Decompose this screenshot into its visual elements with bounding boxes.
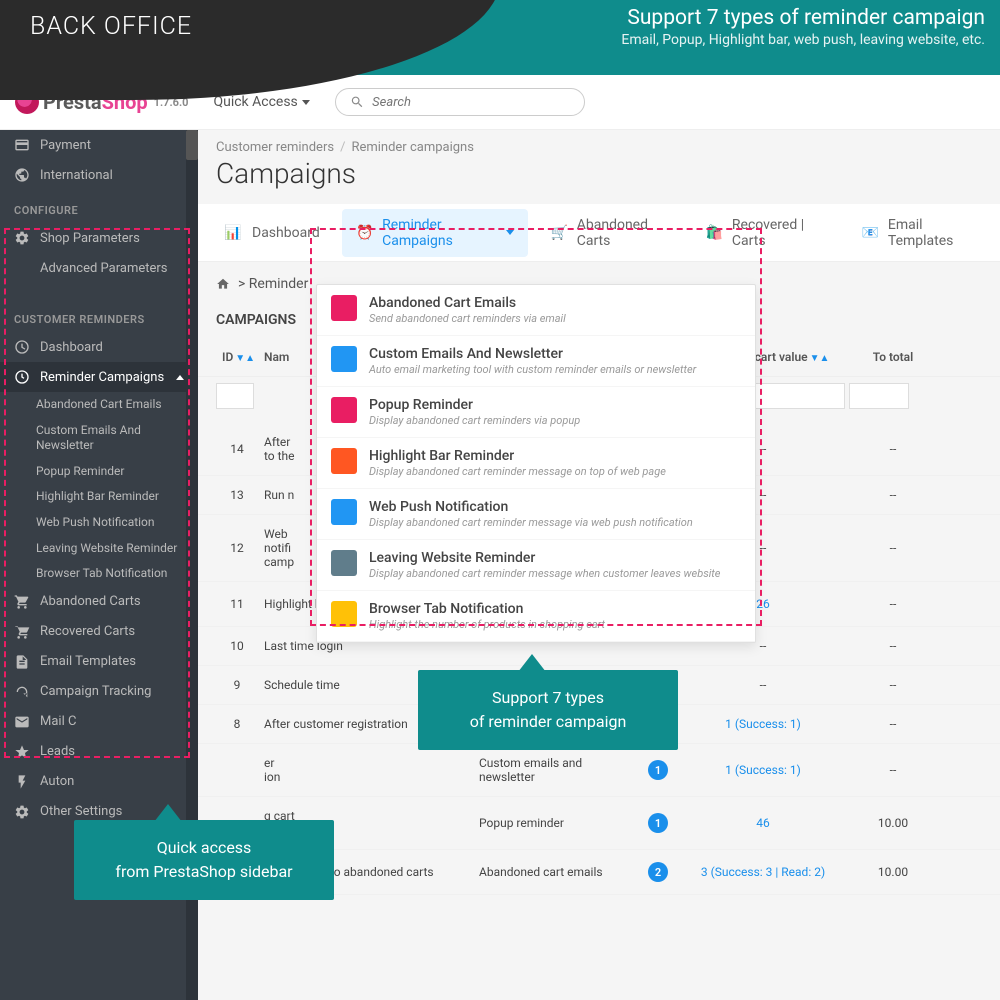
tab-icon-4: 📧	[861, 222, 880, 244]
dropdown-item-4[interactable]: Web Push Notification Display abandoned …	[317, 489, 755, 540]
dropdown-item-1[interactable]: Custom Emails And Newsletter Auto email …	[317, 336, 755, 387]
chevron-down-icon	[506, 230, 514, 235]
home-icon	[216, 277, 230, 291]
filter-to[interactable]	[849, 383, 909, 409]
sidebar-cr-1[interactable]: Reminder Campaigns	[0, 362, 198, 392]
sidebar-cr2-6[interactable]: Auton	[0, 767, 198, 797]
gear-icon	[14, 230, 30, 246]
breadcrumb: Customer reminders/Reminder campaigns	[198, 130, 1000, 157]
tab-4[interactable]: 📧 Email Templates	[847, 209, 990, 257]
chevron-up-icon	[176, 375, 184, 380]
clock-icon	[14, 369, 30, 385]
tab-1[interactable]: ⏰ Reminder Campaigns	[342, 209, 528, 257]
sidebar-cr2-0[interactable]: Abandoned Carts	[0, 587, 198, 617]
sidebar-sub-4[interactable]: Web Push Notification	[0, 510, 198, 536]
dropdown-item-3[interactable]: Highlight Bar Reminder Display abandoned…	[317, 438, 755, 489]
filter-id[interactable]	[216, 383, 254, 409]
sidebar-cr2-4[interactable]: Mail C	[0, 707, 198, 737]
dropdown-item-2[interactable]: Popup Reminder Display abandoned cart re…	[317, 387, 755, 438]
dropdown-icon-1	[331, 346, 357, 372]
sidebar-configure-0[interactable]: Shop Parameters	[0, 223, 198, 253]
sidebar-cr2-1[interactable]: Recovered Carts	[0, 617, 198, 647]
chevron-down-icon	[302, 100, 310, 105]
search-input[interactable]	[372, 95, 570, 110]
callout-dropdown: Support 7 types of reminder campaign	[418, 670, 678, 750]
mail-icon	[14, 714, 30, 730]
tab-2[interactable]: 🛒 Abandoned Carts	[536, 209, 683, 257]
promo-banner: BACK OFFICE Support 7 types of reminder …	[0, 0, 1000, 75]
dropdown-item-0[interactable]: Abandoned Cart Emails Send abandoned car…	[317, 285, 755, 336]
cartcheck-icon	[14, 624, 30, 640]
sidebar-sub-6[interactable]: Browser Tab Notification	[0, 561, 198, 587]
sidebar-cr2-5[interactable]: Leads	[0, 737, 198, 767]
blank-icon	[14, 260, 30, 276]
banner-title: Support 7 types of reminder campaign	[621, 6, 985, 30]
sidebar-cr2-3[interactable]: Campaign Tracking	[0, 677, 198, 707]
sidebar-item-0[interactable]: Payment	[0, 130, 198, 160]
sidebar-section-configure: CONFIGURE	[0, 190, 198, 223]
tab-3[interactable]: 🛍️ Recovered | Carts	[691, 209, 839, 257]
dropdown-item-6[interactable]: Browser Tab Notification Highlight the n…	[317, 591, 755, 642]
sidebar-sub-3[interactable]: Highlight Bar Reminder	[0, 484, 198, 510]
sidebar-item-1[interactable]: International	[0, 160, 198, 190]
bolt-icon	[14, 774, 30, 790]
count-badge: 1	[648, 813, 668, 833]
gear-icon	[14, 804, 30, 820]
globe-icon	[14, 167, 30, 183]
tab-icon-2: 🛒	[550, 222, 569, 244]
search-box[interactable]	[335, 88, 585, 116]
tab-icon-1: ⏰	[356, 222, 374, 244]
dropdown-icon-6	[331, 601, 357, 627]
refresh-icon	[14, 684, 30, 700]
count-badge: 2	[648, 862, 668, 882]
sidebar-cr2-2[interactable]: Email Templates	[0, 647, 198, 677]
banner-left-title: BACK OFFICE	[30, 12, 192, 41]
table-row[interactable]: er ion Custom emails and newsletter 1 1 …	[198, 744, 1000, 797]
card-icon	[14, 137, 30, 153]
tab-icon-3: 🛍️	[705, 222, 724, 244]
sidebar-sub-5[interactable]: Leaving Website Reminder	[0, 536, 198, 562]
sidebar-sub-1[interactable]: Custom Emails And Newsletter	[0, 418, 198, 459]
quick-access-menu[interactable]: Quick Access	[213, 94, 309, 110]
tab-0[interactable]: 📊 Dashboard	[208, 214, 334, 252]
sidebar-configure-1[interactable]: Advanced Parameters	[0, 253, 198, 283]
dropdown-icon-4	[331, 499, 357, 525]
dropdown-icon-2	[331, 397, 357, 423]
star-icon	[14, 744, 30, 760]
sidebar-sub-2[interactable]: Popup Reminder	[0, 459, 198, 485]
dropdown-item-5[interactable]: Leaving Website Reminder Display abandon…	[317, 540, 755, 591]
dropdown-icon-0	[331, 295, 357, 321]
reminder-type-dropdown: Abandoned Cart Emails Send abandoned car…	[316, 284, 756, 643]
callout-sidebar: Quick access from PrestaShop sidebar	[74, 820, 334, 900]
sidebar-sub-0[interactable]: Abandoned Cart Emails	[0, 392, 198, 418]
tab-icon-0: 📊	[222, 222, 244, 244]
dropdown-icon-3	[331, 448, 357, 474]
banner-subtitle: Email, Popup, Highlight bar, web push, l…	[621, 32, 985, 48]
tabs: 📊 Dashboard ⏰ Reminder Campaigns 🛒 Aband…	[198, 204, 1000, 262]
sidebar-cr-0[interactable]: Dashboard	[0, 332, 198, 362]
dropdown-icon-5	[331, 550, 357, 576]
search-icon	[350, 94, 364, 110]
page-title: Campaigns	[198, 157, 1000, 204]
doc-icon	[14, 654, 30, 670]
sidebar-section-reminders: CUSTOMER REMINDERS	[0, 299, 198, 332]
cart-icon	[14, 594, 30, 610]
count-badge: 1	[648, 760, 668, 780]
gauge-icon	[14, 339, 30, 355]
